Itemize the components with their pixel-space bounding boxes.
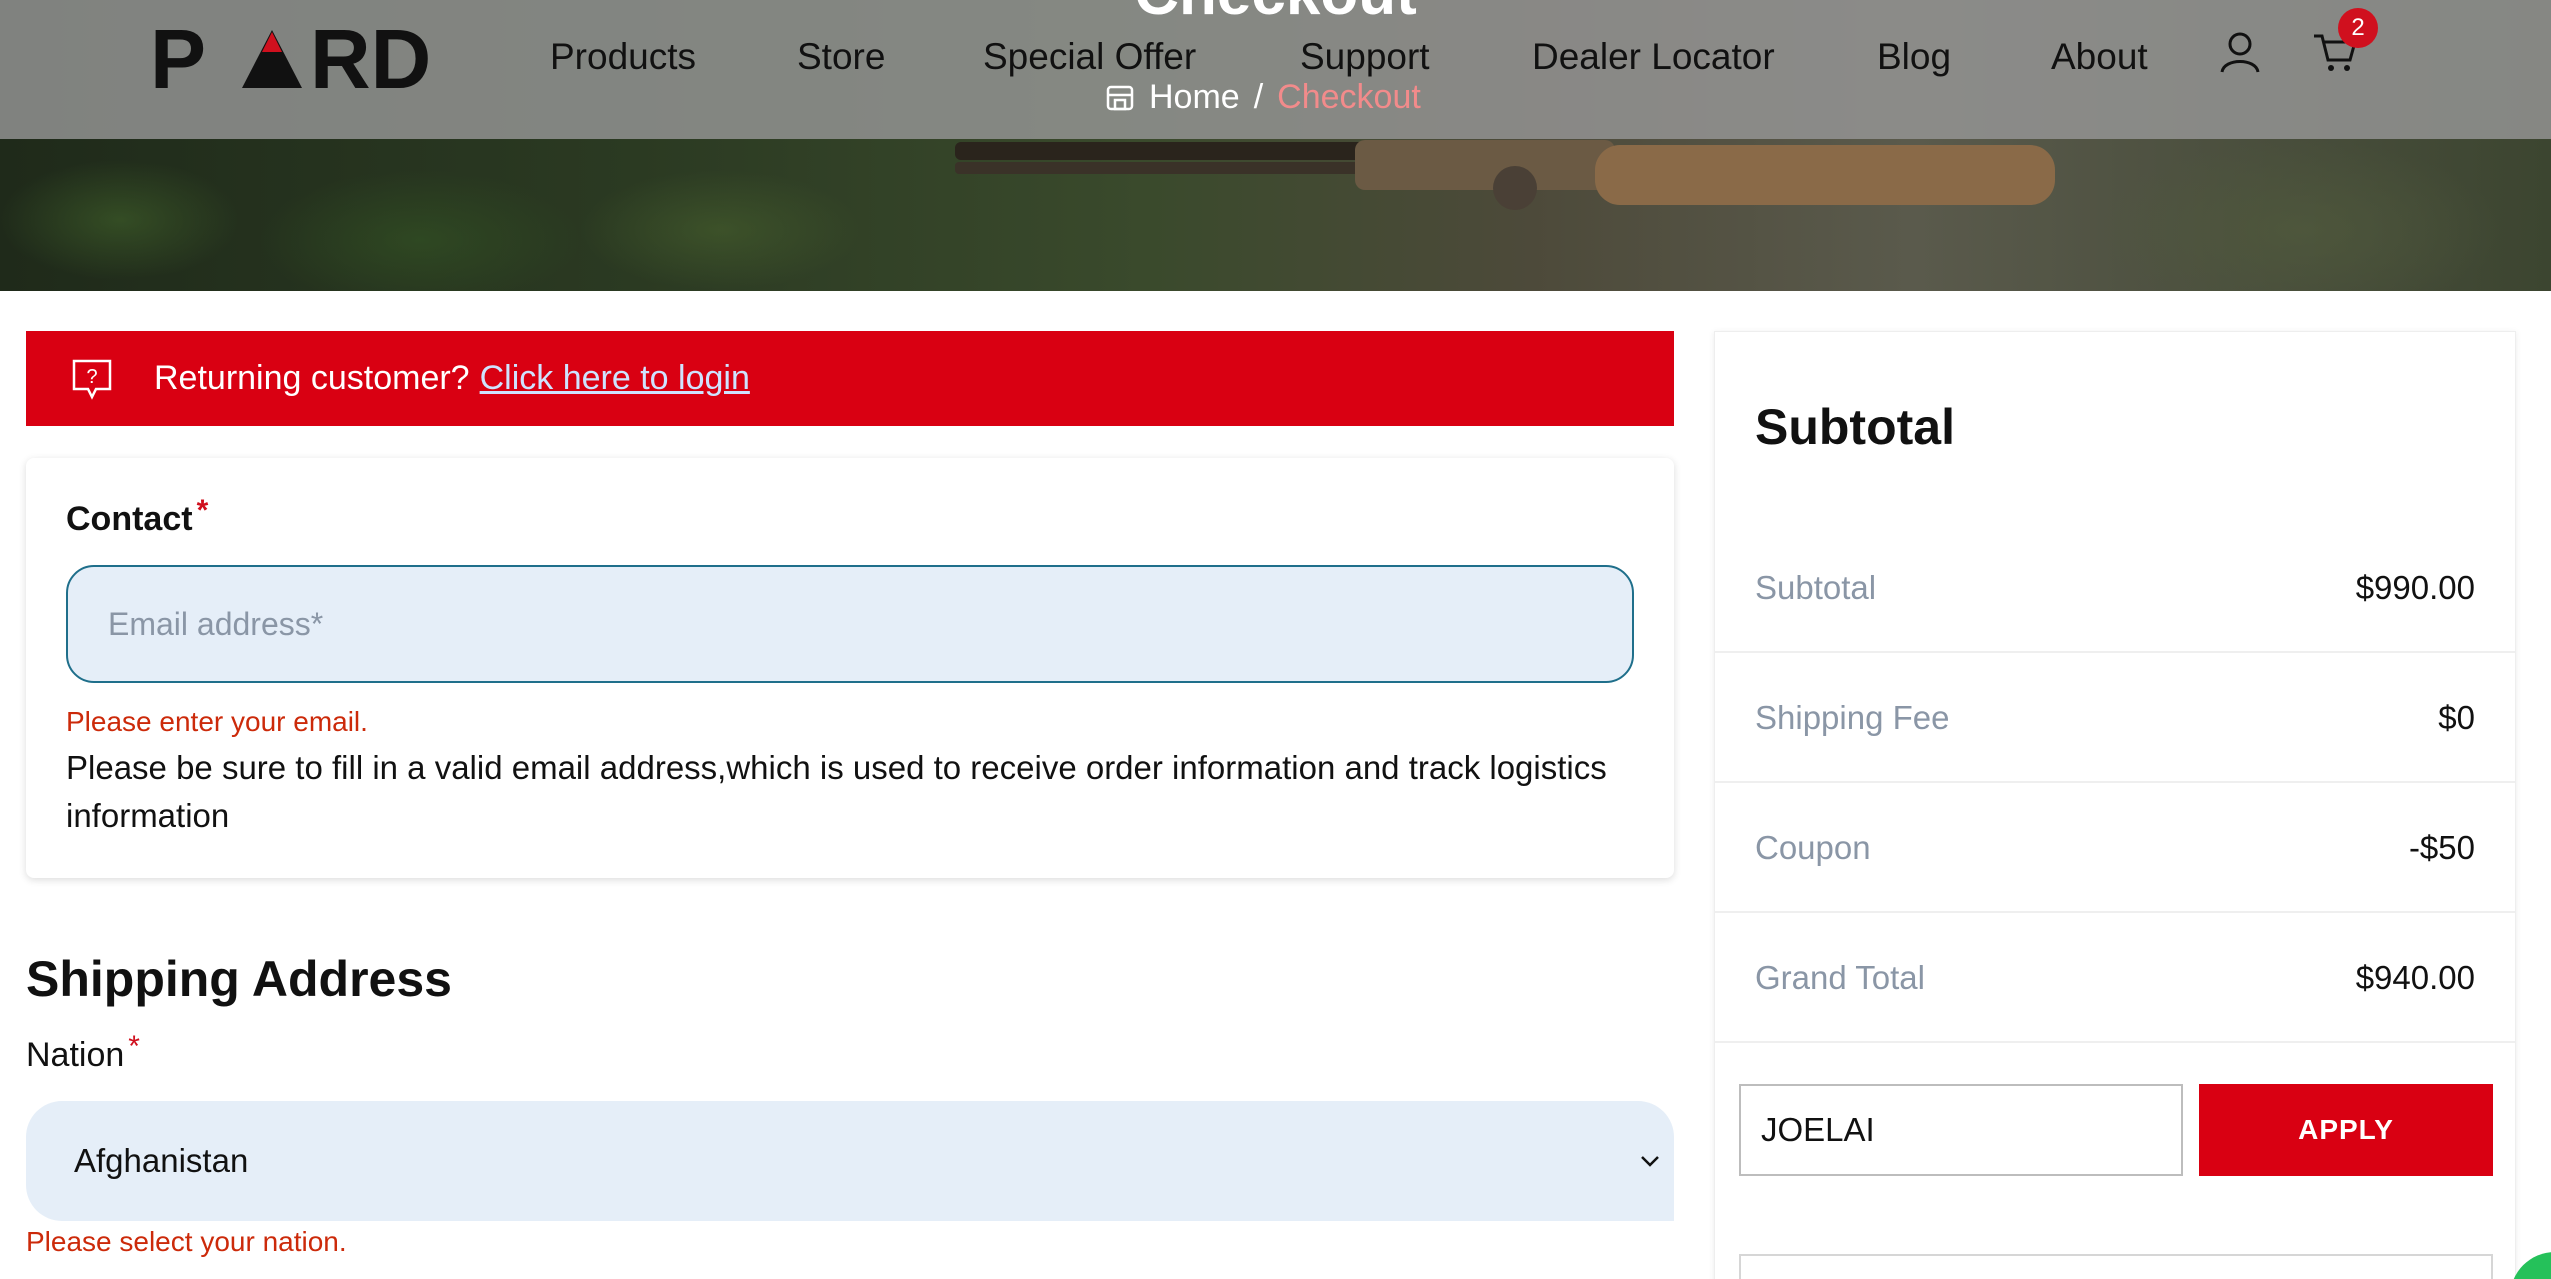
summary-row-label: Subtotal bbox=[1755, 569, 1877, 606]
svg-text:P: P bbox=[150, 22, 208, 94]
svg-text:RD: RD bbox=[310, 22, 431, 94]
nation-label-text: Nation bbox=[26, 1036, 125, 1074]
shipping-address-heading: Shipping Address bbox=[26, 951, 452, 1007]
nav-blog[interactable]: Blog bbox=[1877, 36, 1951, 78]
email-error: Please enter your email. bbox=[66, 706, 368, 737]
breadcrumb: Home / Checkout bbox=[1105, 78, 1421, 117]
summary-row-value: $940.00 bbox=[2355, 959, 2475, 996]
summary-row-label: Grand Total bbox=[1755, 959, 1925, 996]
nav-special-offer[interactable]: Special Offer bbox=[983, 36, 1196, 78]
summary-row-shipping-fee: Shipping Fee $0 bbox=[1715, 653, 2515, 783]
summary-row-value: $990.00 bbox=[2355, 569, 2475, 606]
svg-text:?: ? bbox=[86, 366, 97, 388]
contact-card: Contact* Please enter your email. Please… bbox=[26, 458, 1674, 878]
chat-widget-button[interactable] bbox=[2510, 1252, 2551, 1279]
nation-error: Please select your nation. bbox=[26, 1226, 347, 1257]
nation-selected-value: Afghanistan bbox=[74, 1142, 249, 1179]
nav-store[interactable]: Store bbox=[797, 36, 885, 78]
order-summary-panel: Subtotal Subtotal $990.00 Shipping Fee $… bbox=[1714, 331, 2516, 1279]
nav-support[interactable]: Support bbox=[1300, 36, 1430, 78]
coupon-code-input[interactable] bbox=[1739, 1084, 2183, 1176]
required-asterisk: * bbox=[196, 494, 209, 527]
email-help-text: Please be sure to fill in a valid email … bbox=[66, 749, 1607, 834]
nav-products[interactable]: Products bbox=[550, 36, 696, 78]
breadcrumb-home[interactable]: Home bbox=[1149, 78, 1240, 117]
nation-select[interactable]: Afghanistan bbox=[26, 1101, 1674, 1221]
summary-row-label: Shipping Fee bbox=[1755, 699, 1950, 736]
question-chat-icon: ? bbox=[72, 359, 112, 400]
required-asterisk: * bbox=[128, 1030, 140, 1063]
breadcrumb-current: Checkout bbox=[1277, 78, 1421, 116]
summary-title: Subtotal bbox=[1755, 399, 1955, 455]
contact-label-text: Contact bbox=[66, 500, 193, 538]
pard-logo[interactable]: P RD bbox=[150, 22, 485, 94]
user-account-icon[interactable] bbox=[2218, 30, 2262, 74]
email-input[interactable] bbox=[66, 565, 1634, 683]
hero-rifle-graphic bbox=[955, 140, 2055, 210]
returning-customer-banner: ? Returning customer? Click here to logi… bbox=[26, 331, 1674, 426]
nav-dealer-locator[interactable]: Dealer Locator bbox=[1532, 36, 1775, 78]
summary-row-subtotal: Subtotal $990.00 bbox=[1715, 523, 2515, 653]
store-icon bbox=[1106, 85, 1134, 110]
summary-row-value: $0 bbox=[2438, 699, 2475, 736]
summary-row-coupon: Coupon -$50 bbox=[1715, 783, 2515, 913]
login-link[interactable]: Click here to login bbox=[480, 359, 750, 398]
cart-count-badge: 2 bbox=[2338, 8, 2378, 48]
apply-coupon-button[interactable]: APPLY bbox=[2199, 1084, 2493, 1176]
summary-row-label: Coupon bbox=[1755, 829, 1871, 866]
summary-row-value: -$50 bbox=[2408, 829, 2475, 866]
nav-about[interactable]: About bbox=[2051, 36, 2148, 78]
contact-label: Contact * bbox=[66, 494, 208, 539]
returning-customer-text: Returning customer? bbox=[154, 359, 470, 397]
chevron-down-icon bbox=[1641, 1156, 1659, 1167]
nation-label: Nation * bbox=[26, 1030, 140, 1075]
summary-row-grand-total: Grand Total $940.00 bbox=[1715, 913, 2515, 1043]
summary-next-section bbox=[1739, 1254, 2493, 1279]
breadcrumb-separator: / bbox=[1253, 78, 1264, 116]
